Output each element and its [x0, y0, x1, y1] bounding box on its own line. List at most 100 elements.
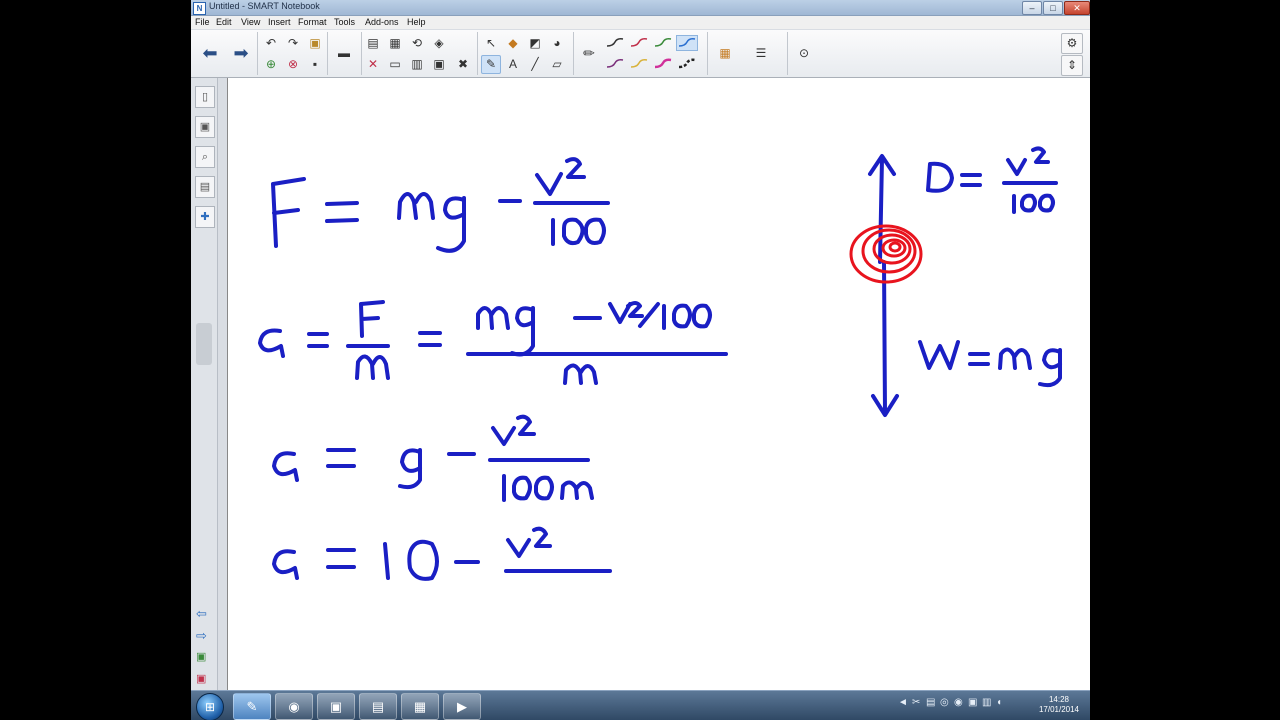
next-page-icon[interactable]: ⇨	[196, 628, 207, 644]
menu-edit[interactable]: Edit	[216, 17, 232, 27]
screen-shade-icon[interactable]: ▬	[334, 44, 354, 63]
menu-file[interactable]: File	[195, 17, 210, 27]
ink-g	[510, 306, 535, 357]
menu-insert[interactable]: Insert	[268, 17, 291, 27]
handwriting-layer	[258, 146, 1062, 581]
forward-icon[interactable]: ➡	[226, 33, 256, 74]
clock[interactable]: 14:28 17/01/2014	[1031, 695, 1087, 715]
eraser-icon[interactable]: ◩	[525, 34, 545, 53]
chrome-icon[interactable]: ◉	[275, 693, 313, 720]
ink-a	[258, 328, 285, 358]
delete-page-icon[interactable]: ⊗	[283, 55, 303, 74]
paste-icon[interactable]: ▤	[363, 34, 383, 53]
previous-page-icon[interactable]: ⇦	[196, 606, 207, 622]
pen-style-swatch[interactable]	[605, 57, 625, 71]
shapes-icon[interactable]: ◕	[547, 34, 567, 53]
align-icon[interactable]: ☰	[751, 44, 771, 63]
page-sorter-icon[interactable]: ▯	[195, 86, 215, 108]
title-bar: N Untitled - SMART Notebook – □ ✕	[191, 0, 1090, 16]
ink-equals	[307, 332, 329, 348]
tray-icon[interactable]: ◎	[940, 697, 949, 708]
notebook-icon[interactable]: N	[193, 2, 206, 15]
tray-icon[interactable]: ◄	[898, 697, 908, 708]
pen-style-swatch[interactable]	[676, 35, 698, 51]
ink-equals	[418, 331, 442, 347]
pen-style-swatch[interactable]	[629, 36, 649, 50]
back-icon[interactable]: ⬅	[195, 33, 225, 74]
pen-icon[interactable]: ✎	[481, 55, 501, 74]
fill-icon[interactable]: ◆	[503, 34, 523, 53]
ink-equals	[325, 201, 359, 223]
sidebar-resize-handle[interactable]	[196, 323, 212, 365]
ink-v-squared	[491, 414, 536, 446]
addons-icon[interactable]: ✚	[195, 206, 215, 228]
screen-capture-icon[interactable]: ▦	[385, 34, 405, 53]
ink-a	[272, 451, 299, 482]
save-icon[interactable]: ▪	[305, 55, 325, 74]
media-icon[interactable]: ▶	[443, 693, 481, 720]
folder-icon[interactable]: ▤	[359, 693, 397, 720]
pen-tool-icon[interactable]: ✏	[579, 44, 599, 63]
document-camera-icon[interactable]: ⟲	[407, 34, 427, 53]
line-icon[interactable]: ╱	[525, 55, 545, 74]
extras-group: ⊙	[789, 32, 819, 75]
smart-notebook-window: N Untitled - SMART Notebook – □ ✕ File E…	[191, 0, 1090, 720]
equation-line-2	[258, 300, 728, 385]
pen-style-swatch[interactable]	[629, 57, 649, 71]
table-icon[interactable]: ◈	[429, 34, 449, 53]
toolbar: ⬅ ➡ ↶ ↷ ▣ ⊕ ⊗ ▪ ▬ ▤ ▦ ⟲ ◈ ✕ ▭ ▥ ▣ ✖ ↖ ◆	[191, 30, 1090, 78]
undo-icon[interactable]: ↶	[261, 34, 281, 53]
properties-group: ▦ ☰	[709, 32, 788, 75]
start-button[interactable]: ⊞	[196, 693, 224, 720]
ink-100	[662, 303, 712, 330]
tray-icon[interactable]: ◉	[954, 697, 963, 708]
delete-page-side-icon[interactable]: ▣	[196, 672, 206, 685]
open-file-icon[interactable]: ▣	[305, 34, 325, 53]
delete-icon[interactable]: ✕	[363, 55, 383, 74]
smart-notebook-icon[interactable]: ✎	[233, 693, 271, 720]
ink-equals	[326, 548, 356, 569]
screen-icon[interactable]: ▣	[429, 55, 449, 74]
ink-v-squared	[535, 157, 586, 196]
text-icon[interactable]: A	[503, 55, 523, 74]
network-icon[interactable]: ▥	[982, 697, 991, 708]
tray-icon[interactable]: ✂	[912, 697, 920, 708]
minimize-button[interactable]: –	[1022, 1, 1042, 15]
add-page-icon[interactable]: ⊕	[261, 55, 281, 74]
gallery-icon[interactable]: ▣	[195, 116, 215, 138]
pen-style-swatch[interactable]	[653, 57, 673, 71]
excel-icon[interactable]: ▦	[401, 693, 439, 720]
close-window-icon[interactable]: ✖	[453, 55, 473, 74]
system-tray: ◄ ✂ ▤ ◎ ◉ ▣ ▥ ◖	[898, 697, 1028, 715]
whiteboard-canvas[interactable]	[227, 78, 1090, 690]
properties-tab-icon[interactable]: ▤	[195, 176, 215, 198]
menu-format[interactable]: Format	[298, 17, 327, 27]
volume-icon[interactable]: ◖	[996, 697, 1002, 708]
tray-icon[interactable]: ▤	[926, 697, 935, 708]
taskbar: ⊞ ✎ ◉ ▣ ▤ ▦ ▶ ◄ ✂ ▤ ◎ ◉ ▣ ▥ ◖ 14:28 17/0…	[191, 690, 1090, 720]
tray-icon[interactable]: ▣	[968, 697, 977, 708]
add-page-side-icon[interactable]: ▣	[196, 650, 206, 663]
menu-tools[interactable]: Tools	[334, 17, 355, 27]
properties-icon[interactable]: ▦	[715, 44, 735, 63]
gear-icon[interactable]: ⚙	[1061, 33, 1083, 54]
move-toolbar-icon[interactable]: ⇕	[1061, 55, 1083, 76]
pen-style-swatch[interactable]	[605, 36, 625, 50]
display-icon[interactable]: ▭	[385, 55, 405, 74]
equation-line-1	[271, 157, 610, 253]
pen-style-swatch[interactable]	[677, 57, 697, 71]
menu-addons[interactable]: Add-ons	[365, 17, 399, 27]
select-icon[interactable]: ↖	[481, 34, 501, 53]
photo-viewer-icon[interactable]: ▣	[317, 693, 355, 720]
menu-view[interactable]: View	[241, 17, 260, 27]
magic-pen-icon[interactable]: ▱	[547, 55, 567, 74]
ink-equals	[326, 448, 356, 468]
close-button[interactable]: ✕	[1064, 1, 1090, 15]
pen-style-swatch[interactable]	[653, 36, 673, 50]
maximize-button[interactable]: □	[1043, 1, 1063, 15]
redo-icon[interactable]: ↷	[283, 34, 303, 53]
attachments-icon[interactable]: ⌕	[195, 146, 215, 168]
table-insert-icon[interactable]: ▥	[407, 55, 427, 74]
link-icon[interactable]: ⊙	[794, 44, 814, 63]
menu-help[interactable]: Help	[407, 17, 426, 27]
